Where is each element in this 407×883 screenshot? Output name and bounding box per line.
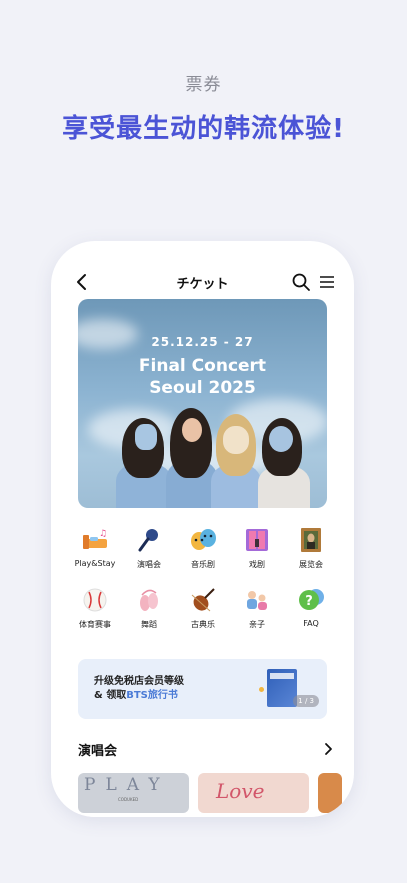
violin-icon xyxy=(188,585,218,615)
chevron-right-icon xyxy=(325,743,332,755)
concert-thumb-2[interactable]: Love xyxy=(198,773,309,813)
promo-card-text: 升级免税店会员等级 & 领取BTS旅行书 xyxy=(94,675,184,703)
baseball-icon xyxy=(80,585,110,615)
banner-title-line1: Final Concert xyxy=(138,356,267,376)
category-play-stay[interactable]: ♫ Play&Stay xyxy=(68,525,122,568)
banner-title-line2: Seoul 2025 xyxy=(149,378,256,398)
category-faq[interactable]: ? FAQ xyxy=(284,585,338,628)
search-icon xyxy=(292,273,310,291)
phone-frame: チケット 25.12.25 - 27 Final Concert Seoul 2… xyxy=(51,241,354,817)
section-title-concert: 演唱会 xyxy=(78,744,118,759)
banner-date: 25.12.25 - 27 xyxy=(151,335,254,349)
section-more-button[interactable] xyxy=(320,741,336,757)
theater-masks-icon xyxy=(188,525,218,555)
thumb-title: PLAY xyxy=(84,775,170,795)
category-label: 音乐剧 xyxy=(191,560,215,569)
question-bubble-icon: ? xyxy=(296,585,326,615)
promo-card-line2-prefix: & 领取 xyxy=(94,690,127,701)
search-button[interactable] xyxy=(290,271,312,293)
category-label: 戏剧 xyxy=(249,560,265,569)
microphone-icon xyxy=(134,525,164,555)
category-label: 舞蹈 xyxy=(141,620,157,629)
promo-card-line1: 升级免税店会员等级 xyxy=(94,676,184,687)
thumb-title: Love xyxy=(216,779,265,803)
ballet-shoes-icon xyxy=(134,585,164,615)
membership-promo-card[interactable]: 升级免税店会员等级 & 领取BTS旅行书 1 / 3 xyxy=(78,659,327,719)
hamburger-menu-icon xyxy=(320,276,334,288)
category-dance[interactable]: 舞蹈 xyxy=(122,585,176,630)
svg-text:♫: ♫ xyxy=(99,529,107,539)
category-label: 展览会 xyxy=(299,560,323,569)
category-drama[interactable]: 戏剧 xyxy=(230,525,284,570)
category-label: FAQ xyxy=(303,619,319,628)
concert-thumb-3[interactable] xyxy=(318,773,342,813)
concert-banner[interactable]: 25.12.25 - 27 Final Concert Seoul 2025 xyxy=(78,299,327,508)
svg-text:?: ? xyxy=(305,594,313,609)
category-musical[interactable]: 音乐剧 xyxy=(176,525,230,570)
category-sports[interactable]: 体育赛事 xyxy=(68,585,122,630)
painting-icon xyxy=(296,525,326,555)
family-icon xyxy=(242,585,272,615)
category-label: 演唱会 xyxy=(137,560,161,569)
promo-label: 票券 xyxy=(185,75,222,95)
category-label: Play&Stay xyxy=(74,559,116,568)
top-bar: チケット xyxy=(63,267,342,297)
promo-headline: 享受最生动的韩流体验! xyxy=(62,114,345,144)
promo-card-line2: & 领取BTS旅行书 xyxy=(94,689,184,703)
app-screen: チケット 25.12.25 - 27 Final Concert Seoul 2… xyxy=(63,253,342,817)
concert-thumb-1[interactable]: PLAY CODUKED xyxy=(78,773,189,813)
thumb-subtitle: CODUKED xyxy=(118,797,139,802)
category-label: 体育赛事 xyxy=(79,620,111,629)
category-family[interactable]: 亲子 xyxy=(230,585,284,630)
category-classical[interactable]: 古典乐 xyxy=(176,585,230,630)
menu-button[interactable] xyxy=(316,271,338,293)
banner-title: Final Concert Seoul 2025 xyxy=(78,355,327,399)
stage-curtain-icon xyxy=(242,525,272,555)
category-exhibition[interactable]: 展览会 xyxy=(284,525,338,570)
carousel-pager: 1 / 3 xyxy=(293,695,319,707)
category-label: 古典乐 xyxy=(191,620,215,629)
bed-icon: ♫ xyxy=(80,525,110,555)
promo-card-highlight: BTS旅行书 xyxy=(126,690,178,701)
category-concert[interactable]: 演唱会 xyxy=(122,525,176,570)
category-label: 亲子 xyxy=(249,620,265,629)
